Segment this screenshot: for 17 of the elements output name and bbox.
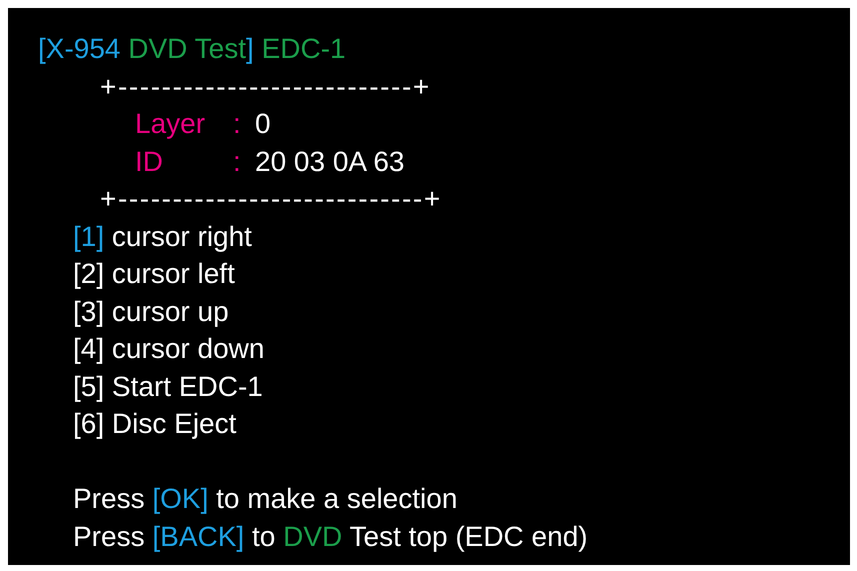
colon-separator: : — [233, 144, 242, 178]
box-border-text: +---------------------------+ — [100, 70, 431, 104]
instruction-text: Press [BACK] to DVD Test top (EDC end) — [73, 520, 588, 554]
screen-title: [X-954 DVD Test] EDC-1 — [38, 32, 346, 66]
menu-item[interactable]: [3] cursor up — [73, 292, 229, 330]
menu-item[interactable]: [1] cursor right — [73, 218, 252, 255]
field-value: 0 — [255, 107, 271, 141]
menu-item[interactable]: [4] cursor down — [73, 330, 264, 368]
menu-item[interactable]: [6] Disc Eject — [73, 405, 236, 442]
instruction-text: Press [OK] to make a selection — [73, 482, 458, 516]
field-label: ID — [135, 144, 164, 178]
field-value: 20 03 0A 63 — [255, 144, 404, 178]
menu-item[interactable]: [2] cursor left — [73, 255, 235, 292]
menu-item[interactable]: [5] Start EDC-1 — [73, 368, 263, 405]
box-border-text: +----------------------------+ — [100, 182, 442, 216]
colon-separator: : — [233, 107, 242, 141]
field-label: Layer — [135, 107, 206, 141]
